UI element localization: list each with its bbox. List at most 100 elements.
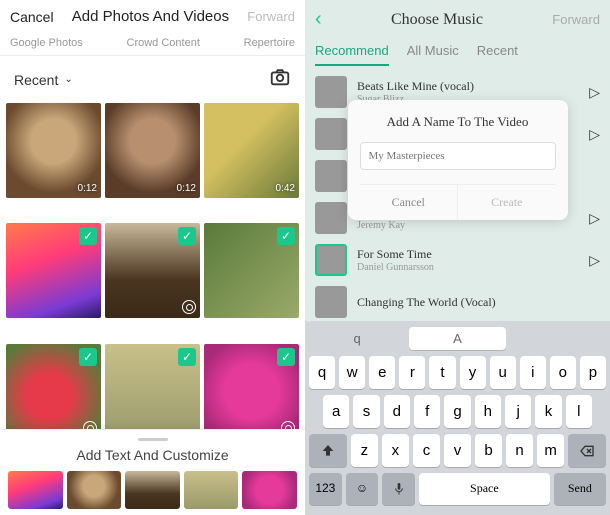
right-title: Choose Music bbox=[391, 11, 483, 29]
play-icon[interactable]: ▷ bbox=[589, 210, 600, 227]
play-icon[interactable]: ▷ bbox=[589, 252, 600, 269]
key[interactable]: i bbox=[520, 356, 546, 389]
key[interactable]: x bbox=[382, 434, 409, 467]
back-icon[interactable]: ‹ bbox=[315, 8, 322, 31]
media-thumb[interactable]: ✓ bbox=[105, 344, 200, 439]
forward-button[interactable]: Forward bbox=[552, 12, 600, 27]
track-name: For Some Time bbox=[357, 247, 579, 262]
mic-key[interactable] bbox=[382, 473, 415, 505]
key[interactable]: w bbox=[339, 356, 365, 389]
numeric-key[interactable]: 123 bbox=[309, 473, 342, 505]
key[interactable]: k bbox=[535, 395, 561, 428]
tab-recent[interactable]: Recent bbox=[477, 43, 518, 66]
key[interactable]: b bbox=[475, 434, 502, 467]
media-thumb[interactable]: ✓ bbox=[204, 223, 299, 318]
bottom-title: Add Text And Customize bbox=[6, 447, 299, 463]
chevron-down-icon: ⌄ bbox=[64, 74, 72, 85]
strip-thumb[interactable] bbox=[184, 471, 239, 509]
play-icon[interactable]: ▷ bbox=[589, 126, 600, 143]
media-thumb[interactable]: 0:42 bbox=[204, 103, 299, 198]
album-art bbox=[315, 76, 347, 108]
tab-repertoire[interactable]: Repertoire bbox=[244, 37, 295, 49]
video-name-input[interactable] bbox=[360, 142, 556, 170]
track-name: Changing The World (Vocal) bbox=[357, 295, 600, 310]
key[interactable]: t bbox=[429, 356, 455, 389]
key[interactable]: j bbox=[505, 395, 531, 428]
dialog-create-button[interactable]: Create bbox=[458, 185, 556, 220]
media-thumb[interactable]: ✓ bbox=[6, 344, 101, 439]
media-thumb[interactable]: ✓ bbox=[204, 344, 299, 439]
key[interactable]: o bbox=[550, 356, 576, 389]
key[interactable]: h bbox=[475, 395, 501, 428]
strip-thumb[interactable] bbox=[125, 471, 180, 509]
tab-google-photos[interactable]: Google Photos bbox=[10, 37, 83, 49]
album-art bbox=[315, 160, 347, 192]
key[interactable]: p bbox=[580, 356, 606, 389]
key[interactable]: n bbox=[506, 434, 533, 467]
key[interactable]: a bbox=[323, 395, 349, 428]
key-row-1: q w e r t y u i o p bbox=[309, 356, 606, 389]
photo-picker-pane: Cancel Add Photos And Videos Forward Goo… bbox=[0, 0, 305, 515]
key[interactable]: z bbox=[351, 434, 378, 467]
key[interactable]: s bbox=[353, 395, 379, 428]
strip-thumb[interactable] bbox=[242, 471, 297, 509]
dialog-cancel-button[interactable]: Cancel bbox=[360, 185, 459, 220]
music-item[interactable]: For Some TimeDaniel Gunnarsson ▷ bbox=[315, 244, 600, 276]
key[interactable]: v bbox=[444, 434, 471, 467]
track-artist: Jeremy Kay bbox=[357, 220, 579, 231]
shift-key[interactable] bbox=[309, 434, 347, 467]
tab-crowd-content[interactable]: Crowd Content bbox=[127, 37, 200, 49]
selected-strip bbox=[6, 471, 299, 509]
music-item[interactable]: Changing The World (Vocal) bbox=[315, 286, 600, 318]
key-row-2: a s d f g h j k l bbox=[309, 395, 606, 428]
check-icon: ✓ bbox=[277, 348, 295, 366]
suggestion-row: q A bbox=[309, 327, 606, 350]
suggestion[interactable]: A bbox=[409, 327, 505, 350]
camera-icon[interactable] bbox=[269, 66, 291, 93]
left-header: Cancel Add Photos And Videos Forward bbox=[0, 0, 305, 33]
space-key[interactable]: Space bbox=[419, 473, 550, 505]
tab-all-music[interactable]: All Music bbox=[407, 43, 459, 66]
media-thumb[interactable]: 0:12 bbox=[6, 103, 101, 198]
duration-badge: 0:12 bbox=[78, 183, 97, 194]
media-thumb[interactable]: ✓ bbox=[6, 223, 101, 318]
album-dropdown[interactable]: Recent ⌄ bbox=[14, 72, 73, 88]
key[interactable]: m bbox=[537, 434, 564, 467]
suggestion[interactable]: q bbox=[309, 327, 405, 350]
send-key[interactable]: Send bbox=[554, 473, 606, 505]
dialog-buttons: Cancel Create bbox=[360, 184, 556, 220]
album-label: Recent bbox=[14, 72, 58, 88]
key[interactable]: g bbox=[444, 395, 470, 428]
media-thumb[interactable]: 0:12 bbox=[105, 103, 200, 198]
key[interactable]: u bbox=[490, 356, 516, 389]
key[interactable]: d bbox=[384, 395, 410, 428]
key[interactable]: q bbox=[309, 356, 335, 389]
tab-recommend[interactable]: Recommend bbox=[315, 43, 389, 66]
album-art bbox=[315, 118, 347, 150]
strip-thumb[interactable] bbox=[67, 471, 122, 509]
duration-badge: 0:12 bbox=[177, 183, 196, 194]
key[interactable]: f bbox=[414, 395, 440, 428]
suggestion[interactable] bbox=[510, 327, 606, 350]
cancel-button[interactable]: Cancel bbox=[10, 9, 54, 25]
media-thumb[interactable]: ✓ bbox=[105, 223, 200, 318]
dialog-title: Add A Name To The Video bbox=[360, 114, 556, 130]
forward-button[interactable]: Forward bbox=[247, 9, 295, 24]
check-icon: ✓ bbox=[277, 227, 295, 245]
key[interactable]: l bbox=[566, 395, 592, 428]
emoji-key[interactable]: ☺ bbox=[346, 473, 379, 505]
strip-thumb[interactable] bbox=[8, 471, 63, 509]
name-video-dialog: Add A Name To The Video Cancel Create bbox=[348, 100, 568, 220]
right-header: ‹ Choose Music Forward bbox=[305, 0, 610, 39]
key[interactable]: c bbox=[413, 434, 440, 467]
album-art bbox=[315, 202, 347, 234]
play-icon[interactable]: ▷ bbox=[589, 84, 600, 101]
bottom-sheet[interactable]: Add Text And Customize bbox=[0, 429, 305, 515]
keyboard: q A q w e r t y u i o p a s d f g h j k … bbox=[305, 321, 610, 515]
key[interactable]: e bbox=[369, 356, 395, 389]
drag-handle-icon[interactable] bbox=[138, 438, 168, 441]
key[interactable]: r bbox=[399, 356, 425, 389]
backspace-key[interactable] bbox=[568, 434, 606, 467]
check-icon: ✓ bbox=[178, 348, 196, 366]
key[interactable]: y bbox=[460, 356, 486, 389]
